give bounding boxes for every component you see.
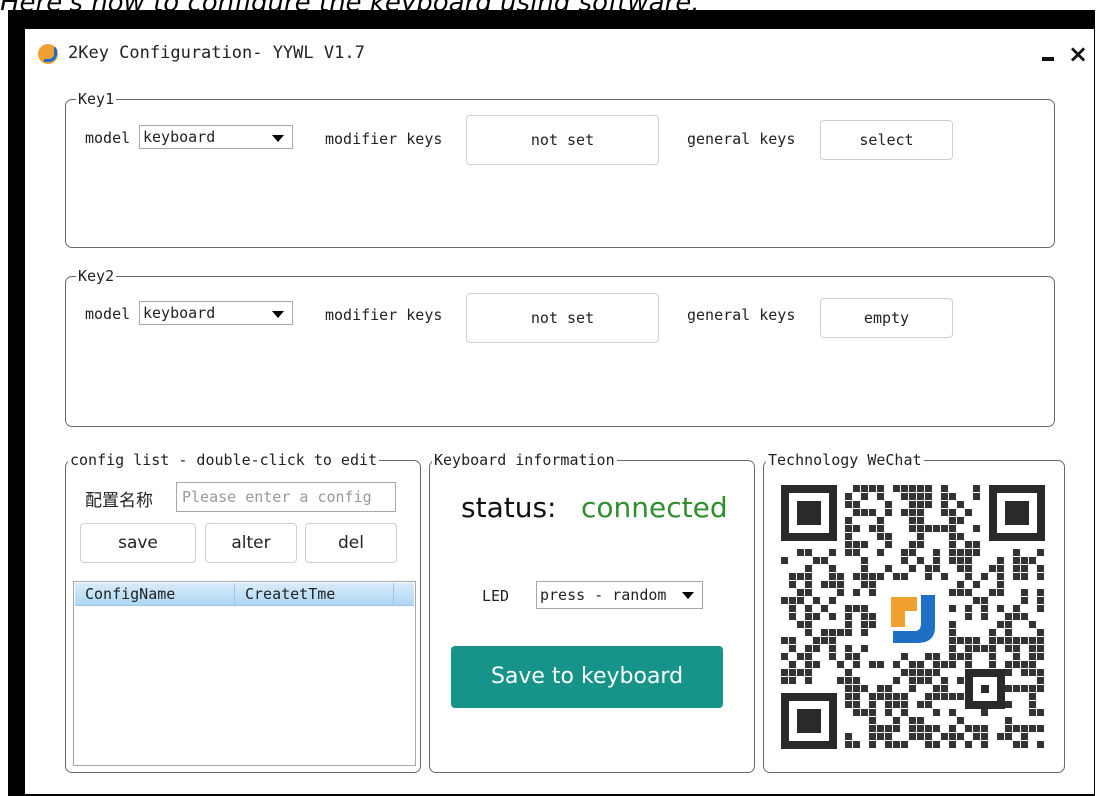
column-header-configname[interactable]: ConfigName bbox=[75, 583, 235, 605]
title-bar[interactable]: 2Key Configuration- YYWL V1.7 × bbox=[25, 29, 1094, 85]
minimize-button[interactable] bbox=[1037, 39, 1063, 69]
status-value: connected bbox=[581, 491, 728, 524]
app-window: 2Key Configuration- YYWL V1.7 × Key1 mod… bbox=[25, 29, 1094, 794]
close-button[interactable]: × bbox=[1065, 39, 1091, 69]
chevron-down-icon bbox=[682, 592, 694, 599]
key2-modifier-label: modifier keys bbox=[325, 306, 443, 324]
config-name-input[interactable]: Please enter a config bbox=[176, 482, 396, 512]
qr-code-image bbox=[781, 485, 1045, 749]
led-mode-value: press - random bbox=[540, 586, 667, 604]
column-header-createtime[interactable]: CreatetTme bbox=[235, 583, 394, 605]
led-mode-select[interactable]: press - random bbox=[536, 581, 703, 609]
key1-general-button[interactable]: select bbox=[820, 120, 953, 160]
key2-general-label: general keys bbox=[687, 306, 796, 324]
wechat-qr-code bbox=[775, 478, 1052, 760]
wechat-group: Technology WeChat bbox=[763, 451, 1065, 773]
key2-model-label: model bbox=[85, 305, 131, 323]
wechat-legend: Technology WeChat bbox=[766, 451, 924, 469]
key2-legend: Key2 bbox=[76, 267, 117, 285]
delete-config-button[interactable]: del bbox=[305, 523, 397, 563]
key1-model-value: keyboard bbox=[143, 128, 216, 146]
key1-legend: Key1 bbox=[76, 90, 117, 108]
chevron-down-icon bbox=[272, 135, 284, 142]
key2-group: Key2 model keyboard modifier keys not se… bbox=[65, 267, 1055, 427]
app-logo-icon bbox=[38, 44, 58, 64]
config-list-legend: config list - double-click to edit bbox=[68, 451, 380, 469]
config-list-group: config list - double-click to edit 配置名称 … bbox=[65, 451, 421, 773]
key2-model-select[interactable]: keyboard bbox=[139, 301, 293, 325]
keyboard-info-group: Keyboard information status: connected L… bbox=[429, 451, 755, 773]
key2-modifier-button[interactable]: not set bbox=[466, 293, 659, 343]
window-title: 2Key Configuration- YYWL V1.7 bbox=[68, 43, 365, 63]
key1-model-label: model bbox=[85, 129, 131, 147]
page-caption: Here's how to configure the keyboard usi… bbox=[0, 0, 1105, 10]
key1-group: Key1 model keyboard modifier keys not se… bbox=[65, 90, 1055, 248]
key1-modifier-label: modifier keys bbox=[325, 130, 443, 148]
config-table[interactable]: ConfigName CreatetTme bbox=[73, 581, 416, 766]
window-frame: 2Key Configuration- YYWL V1.7 × Key1 mod… bbox=[8, 10, 1095, 796]
chevron-down-icon bbox=[272, 311, 284, 318]
alter-config-button[interactable]: alter bbox=[205, 523, 297, 563]
key2-model-value: keyboard bbox=[143, 304, 216, 322]
key2-general-button[interactable]: empty bbox=[820, 298, 953, 338]
led-label: LED bbox=[482, 587, 510, 605]
key1-general-label: general keys bbox=[687, 130, 796, 148]
config-name-label: 配置名称 bbox=[85, 491, 153, 511]
keyboard-info-legend: Keyboard information bbox=[432, 451, 617, 469]
status-label: status: bbox=[461, 491, 557, 524]
save-to-keyboard-button[interactable]: Save to keyboard bbox=[451, 646, 723, 708]
config-table-header: ConfigName CreatetTme bbox=[75, 583, 414, 606]
save-config-button[interactable]: save bbox=[80, 523, 196, 563]
key1-model-select[interactable]: keyboard bbox=[139, 125, 293, 149]
key1-modifier-button[interactable]: not set bbox=[466, 115, 659, 165]
